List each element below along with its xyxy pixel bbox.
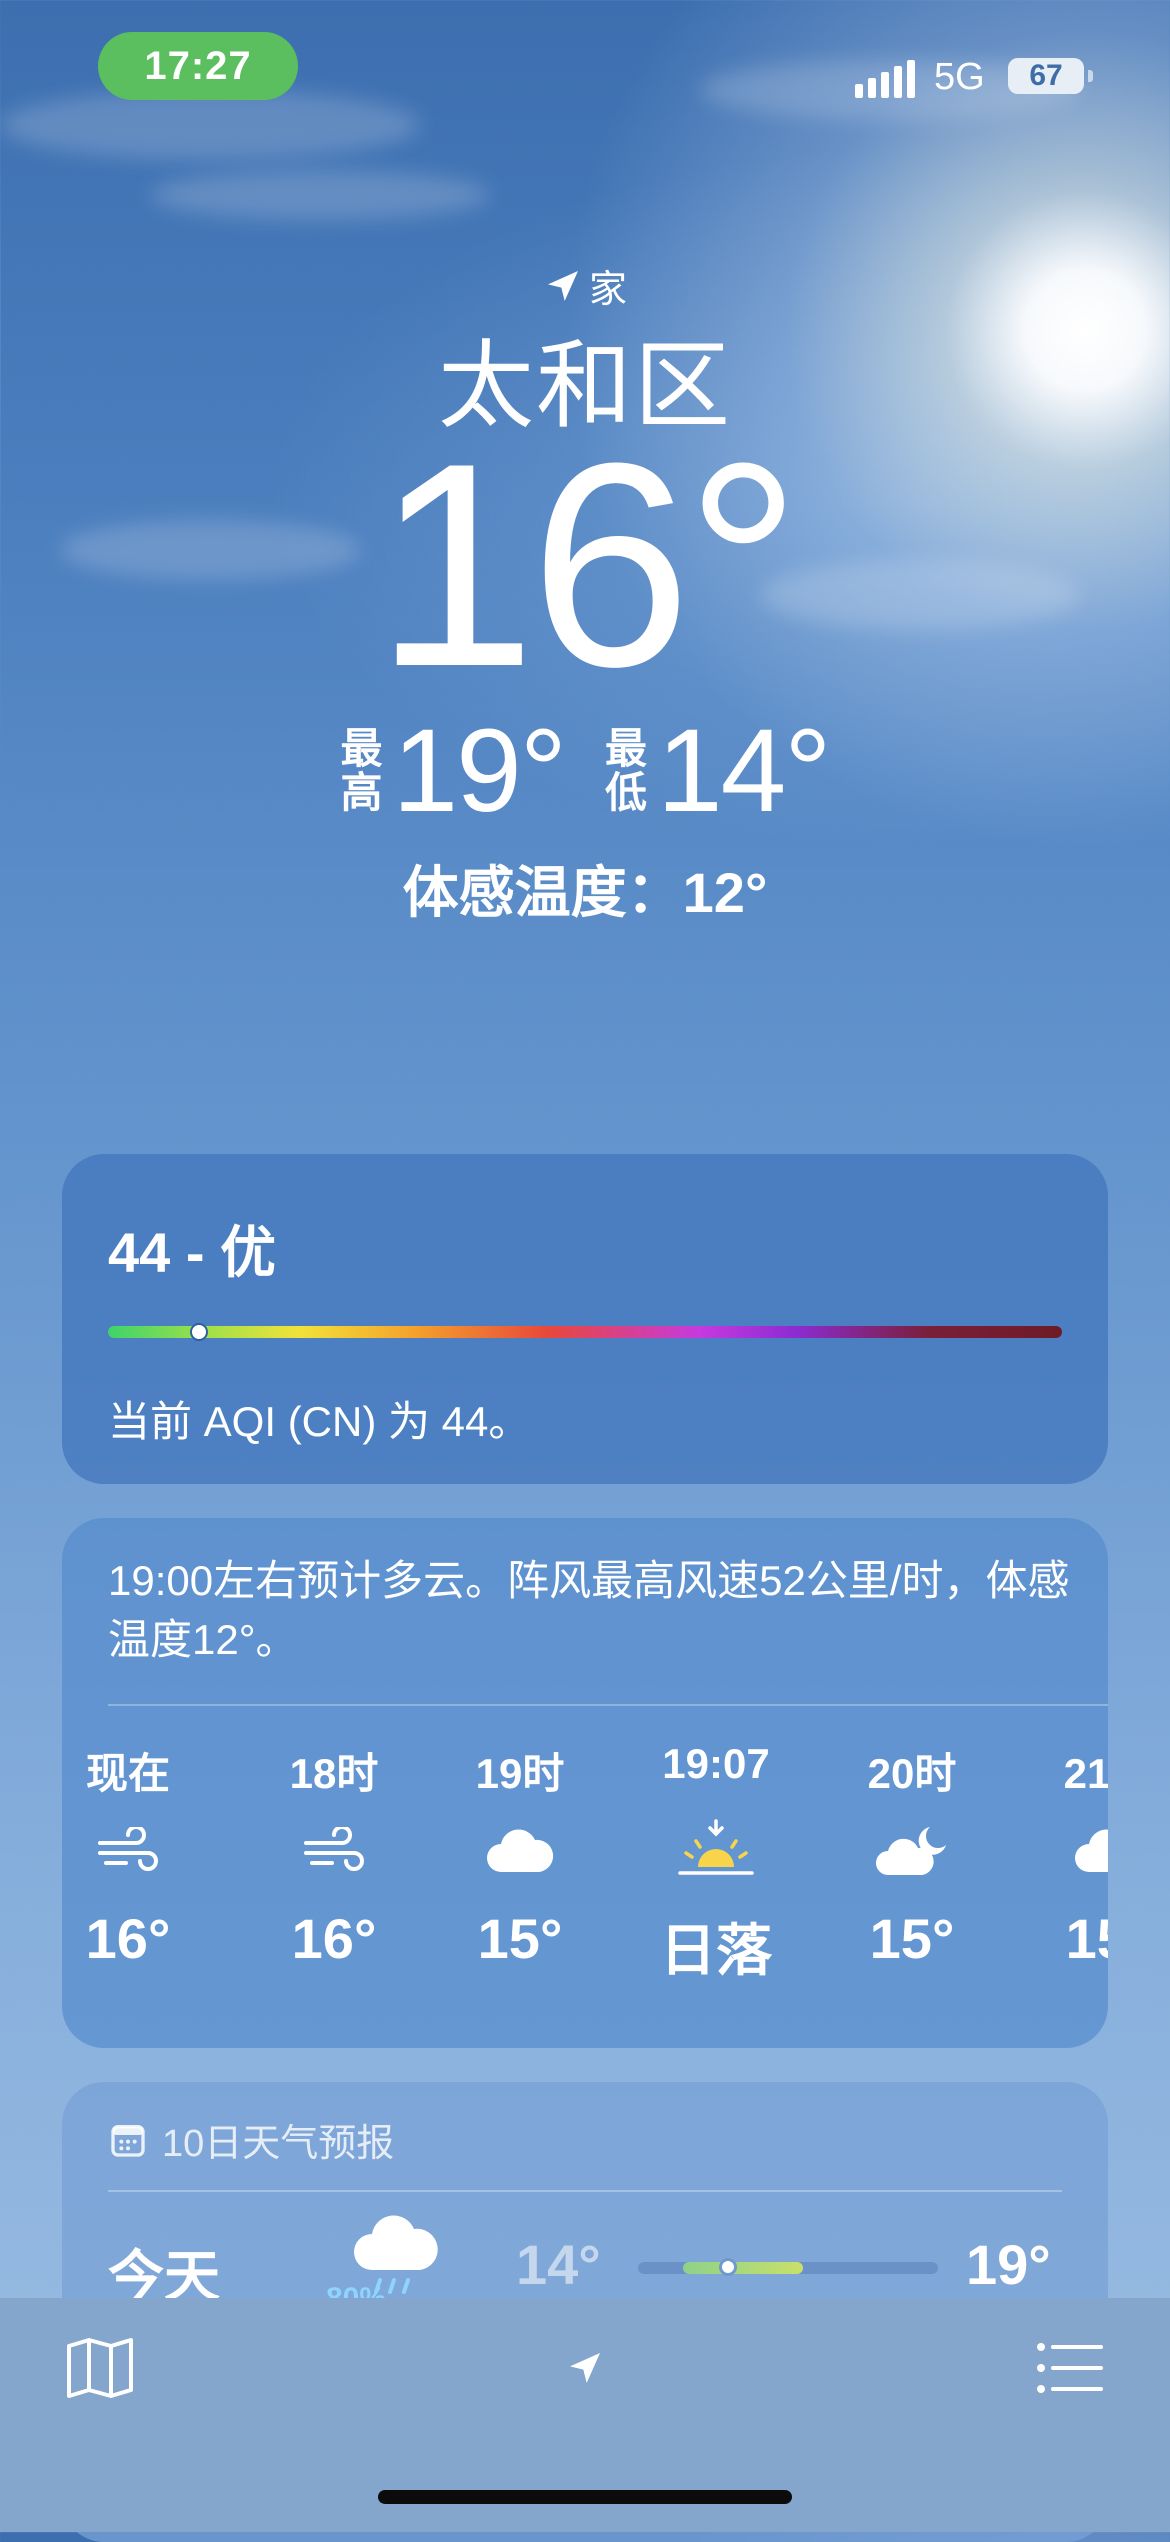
- aqi-description: 当前 AQI (CN) 为 44。: [108, 1398, 531, 1445]
- cloud-icon: [440, 1796, 600, 1906]
- divider: [108, 1704, 1108, 1706]
- temp-range-fill: [683, 2262, 803, 2274]
- high-temp-group: 最 高 19°: [340, 705, 567, 837]
- wind-icon: [254, 1796, 414, 1906]
- low-temp-group: 最 低 14°: [605, 705, 831, 837]
- wind-icon: [62, 1796, 208, 1906]
- cloud-moon-icon: [832, 1796, 992, 1906]
- cloud-icon: [1028, 1796, 1108, 1906]
- aqi-value: 44 - 优: [108, 1221, 277, 1284]
- cellular-signal-icon: [855, 58, 915, 98]
- hour-label: 19时: [475, 1750, 565, 1797]
- high-label: 最 高: [340, 724, 383, 816]
- current-temp-indicator: [719, 2258, 737, 2276]
- hour-temp: 15°: [869, 1907, 955, 1970]
- status-bar: 17:27 5G 67: [0, 0, 1170, 140]
- map-button[interactable]: [60, 2328, 140, 2408]
- sunset-icon: [636, 1796, 796, 1906]
- hour-item[interactable]: 19时 15°: [440, 1740, 600, 1971]
- battery-tip: [1088, 70, 1093, 82]
- network-type: 5G: [934, 56, 985, 98]
- hour-item[interactable]: 19:07 日落: [636, 1740, 796, 1987]
- hour-temp: 16°: [85, 1907, 171, 1970]
- hourly-forecast-card[interactable]: 19:00左右预计多云。阵风最高风速52公里/时，体感温度12°。 现在 16°…: [62, 1518, 1108, 2048]
- forecast-header-label: 10日天气预报: [162, 2123, 395, 2165]
- status-time[interactable]: 17:27: [98, 32, 298, 100]
- location-arrow-icon: [570, 2353, 600, 2383]
- low-label: 最 低: [605, 724, 648, 816]
- hour-temp: 15°: [1065, 1907, 1108, 1970]
- forecast-low: 14°: [516, 2233, 601, 2296]
- temp-range-bar: [638, 2258, 938, 2276]
- divider: [108, 2190, 1062, 2192]
- feels-like: 体感温度：12°: [402, 861, 768, 924]
- hourly-summary: 19:00左右预计多云。阵风最高风速52公里/时，体感温度12°。: [108, 1557, 1070, 1663]
- list-icon: [1037, 2343, 1103, 2393]
- aqi-indicator: [189, 1323, 208, 1341]
- low-label-char: 低: [605, 769, 648, 816]
- aqi-scale-bar: [108, 1323, 1062, 1341]
- location-row: 家: [0, 258, 1170, 313]
- high-label-char: 高: [340, 769, 383, 816]
- city-list-button[interactable]: [1030, 2328, 1110, 2408]
- hour-label: 21时: [1063, 1750, 1108, 1797]
- hour-temp: 16°: [291, 1907, 377, 1970]
- hour-label: 20时: [867, 1750, 957, 1797]
- forecast-header: 10日天气预报: [108, 2112, 394, 2167]
- location-button[interactable]: [545, 2328, 625, 2408]
- high-temp: 19°: [392, 705, 567, 837]
- calendar-icon: [111, 2124, 145, 2157]
- location-label: 家: [588, 269, 627, 311]
- hour-temp: 15°: [477, 1907, 563, 1970]
- current-temperature: 16°: [374, 403, 802, 727]
- cloud-streak: [150, 170, 490, 220]
- hour-item[interactable]: 18时 16°: [254, 1740, 414, 1971]
- hour-label: 18时: [289, 1750, 379, 1797]
- hour-label: 19:07: [662, 1740, 770, 1787]
- air-quality-card[interactable]: 44 - 优 当前 AQI (CN) 为 44。: [62, 1154, 1108, 1484]
- battery-icon: 67: [1008, 58, 1084, 94]
- hour-temp: 日落: [660, 1919, 772, 1982]
- hour-item[interactable]: 20时 15°: [832, 1740, 992, 1971]
- hour-label: 现在: [85, 1750, 170, 1797]
- map-icon: [67, 2338, 133, 2398]
- home-indicator[interactable]: [378, 2490, 792, 2504]
- high-low: 最 高 19° 最 低 14°: [0, 712, 1170, 830]
- hour-item[interactable]: 现在 16°: [62, 1740, 208, 1971]
- forecast-high: 19°: [966, 2233, 1051, 2296]
- low-temp: 14°: [657, 705, 831, 837]
- location-arrow-icon: [547, 270, 578, 301]
- low-label-char: 最: [605, 724, 648, 772]
- hour-item[interactable]: 21时 15°: [1028, 1740, 1108, 1971]
- high-label-char: 最: [340, 724, 383, 772]
